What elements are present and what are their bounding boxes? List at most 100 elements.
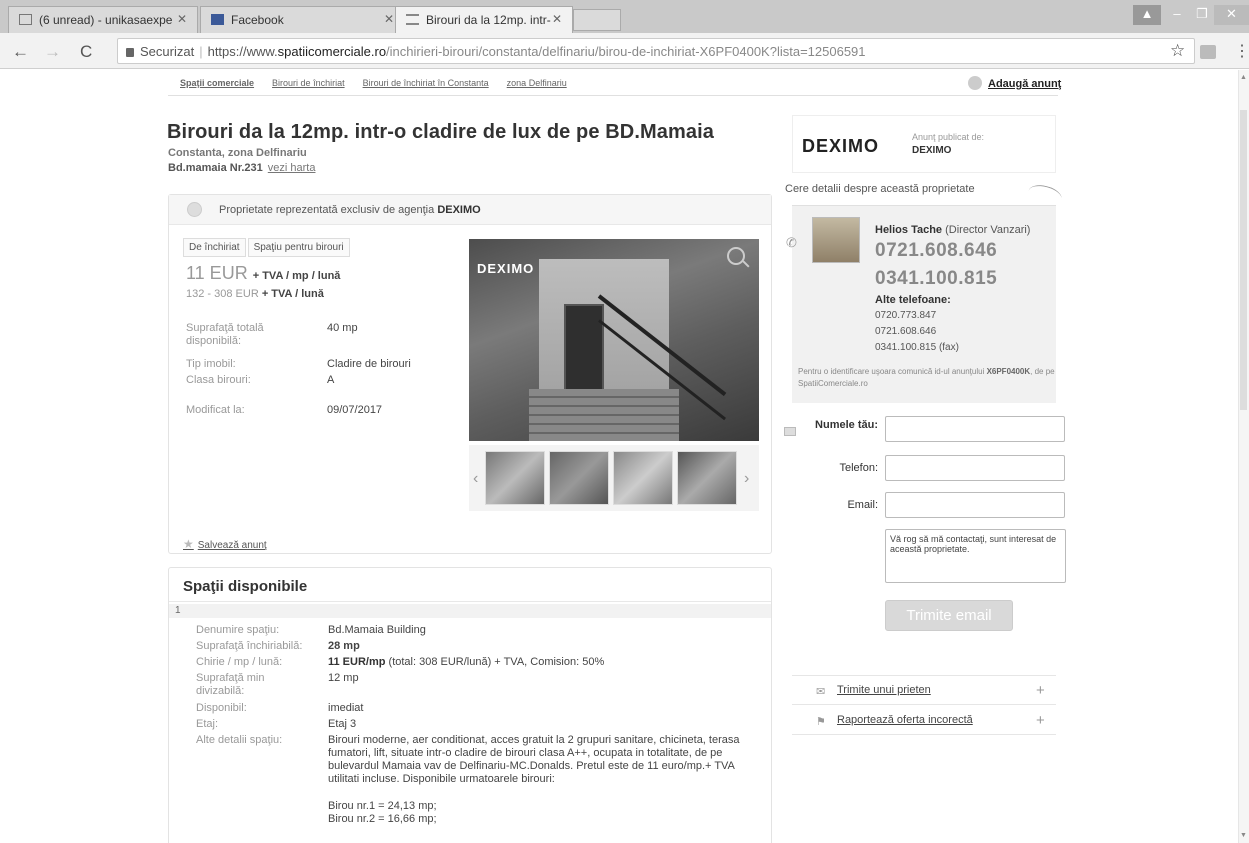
tab-mail[interactable]: (6 unread) - unikasaexpe ✕ [8,6,198,33]
close-icon[interactable]: ✕ [177,12,187,26]
close-icon[interactable]: ✕ [552,12,562,26]
flag-icon: ⚑ [816,716,826,728]
bookmark-star-icon[interactable]: ☆ [1170,41,1185,61]
other-phone[interactable]: 0341.100.815 (fax) [875,342,959,353]
price-range-suffix: + TVA / lună [261,288,324,300]
breadcrumb-item[interactable]: zona Delfinariu [507,78,567,88]
photo-stairs [529,389,679,441]
other-phone[interactable]: 0721.608.646 [875,326,936,337]
minimize-icon[interactable]: – [1163,5,1191,25]
space-value: Etaj 3 [328,718,357,730]
plus-icon[interactable]: + [1036,682,1045,699]
save-ad-link[interactable]: ★ Salvează anunţ [183,537,267,551]
facebook-icon [211,14,224,25]
star-icon: ★ [183,537,194,551]
main-photo[interactable]: DEXIMO [469,239,759,441]
thumbnail[interactable] [549,451,609,505]
id-note: Pentru o identificare uşoara comunică id… [798,366,1060,390]
close-window-icon[interactable]: ✕ [1214,5,1249,25]
maximize-icon[interactable]: ❐ [1188,5,1216,25]
url-scheme: https://www. [207,44,278,59]
attr-value: A [327,374,335,386]
name-label: Numele tău: [815,419,878,431]
add-ad-link[interactable]: Adaugă anunţ [968,76,1061,90]
report-offer-item[interactable]: ⚑ Raportează oferta incorectă + [792,706,1056,735]
thumbnail-strip: ‹ › [469,445,759,511]
ask-details-label: Cere detalii despre această proprietate [785,183,975,195]
reload-icon[interactable]: C [80,42,92,62]
location: Constanta, zona Delfinariu [168,147,307,159]
space-value: 11 EUR/mp (total: 308 EUR/lună) + TVA, C… [328,656,758,669]
report-offer-link[interactable]: Raportează oferta incorectă [837,714,973,726]
space-label: Alte detalii spaţiu: [196,734,283,746]
exclusive-banner: Proprietate reprezentată exclusiv de age… [169,195,771,225]
attr-label: Clasa birouri: [186,374,251,386]
attr-label: Suprafaţă totală disponibilă: [186,322,264,347]
action-list: ✉ Trimite unui prieten + ⚑ Raportează of… [792,675,1056,735]
agency-name[interactable]: DEXIMO [912,145,951,156]
scroll-down-icon[interactable]: ▼ [1240,832,1247,839]
close-icon[interactable]: ✕ [384,12,394,26]
id-note-text: Pentru o identificare uşoara comunică id… [798,367,987,376]
attr-label: Tip imobil: [186,358,236,370]
plus-icon[interactable]: + [1036,712,1045,729]
back-icon[interactable]: ← [12,42,29,62]
lock-icon [126,48,134,57]
tab-label: Birouri da la 12mp. intr- [426,13,551,27]
attr-value: 40 mp [327,322,358,334]
tab-label: (6 unread) - unikasaexpe [39,13,173,27]
send-email-button[interactable]: Trimite email [885,600,1013,631]
space-index: 1 [169,604,771,618]
zoom-icon[interactable] [727,247,745,265]
name-field[interactable] [885,416,1065,442]
scroll-up-icon[interactable]: ▲ [1240,74,1247,81]
address-bar: ← → C Securizat | https://www.spatiicomerc… [0,33,1249,69]
price-main: 11 EUR + TVA / mp / lună [186,263,340,284]
chevron-left-icon[interactable]: ‹ [473,470,478,488]
breadcrumb-item[interactable]: Birouri de închiriat în Constanta [363,78,489,88]
message-field[interactable]: Vă rog să mă contactaţi, sunt interesat … [885,529,1066,583]
space-value: 12 mp [328,672,359,684]
phone-primary[interactable]: 0721.608.646 [875,240,997,262]
ad-id: X6PF0400K [986,367,1031,376]
url-domain: spatiicomerciale.ro [277,44,387,59]
chevron-right-icon[interactable]: › [744,470,749,488]
section-title: Spaţii disponibile [183,578,308,595]
price-range-value: 132 - 308 EUR [186,288,259,300]
map-link[interactable]: vezi harta [268,162,316,174]
url-path: /inchirieri-birouri/constanta/delfinariu… [386,44,866,59]
price-main-value: 11 EUR [186,263,248,283]
thumbnail[interactable] [677,451,737,505]
breadcrumb-item[interactable]: Birouri de închiriat [272,78,345,88]
exclusive-text: Proprietate reprezentată exclusiv de age… [219,204,438,216]
forward-icon[interactable]: → [44,42,61,62]
agency-logo[interactable]: DEXIMO [802,136,879,157]
thumbnail[interactable] [613,451,673,505]
menu-icon[interactable]: ⋮ [1234,41,1249,61]
space-value: imediat [328,702,364,714]
photo-door [564,304,604,394]
breadcrumb-item[interactable]: Spaţii comerciale [180,78,254,88]
extension-icon[interactable] [1200,45,1216,59]
phone-secondary[interactable]: 0341.100.815 [875,268,997,290]
new-tab-button[interactable] [573,9,621,31]
scrollbar-thumb[interactable] [1240,110,1247,410]
other-phone[interactable]: 0720.773.847 [875,310,936,321]
tab-facebook[interactable]: Facebook ✕ [200,6,405,33]
url-field[interactable]: Securizat | https://www.spatiicomerciale.r… [117,38,1195,64]
space-description: Birouri moderne, aer conditionat, acces … [328,734,740,785]
send-to-friend-item[interactable]: ✉ Trimite unui prieten + [792,676,1056,705]
send-to-friend-link[interactable]: Trimite unui prieten [837,684,931,696]
phone-field[interactable] [885,455,1065,481]
space-value: 28 mp [328,640,360,652]
agent-role: (Director Vanzari) [942,224,1031,236]
divider [168,95,1058,96]
address-text: Bd.mamaia Nr.231 [168,162,263,174]
rent-details: (total: 308 EUR/lună) + TVA, Comision: 5… [385,656,605,668]
email-field[interactable] [885,492,1065,518]
space-value: Birou nr.1 = 24,13 mp; [328,800,437,812]
add-icon [968,76,982,90]
tab-listing[interactable]: Birouri da la 12mp. intr- ✕ [395,6,573,33]
thumbnail[interactable] [485,451,545,505]
profile-icon[interactable]: ▲ [1133,5,1161,25]
